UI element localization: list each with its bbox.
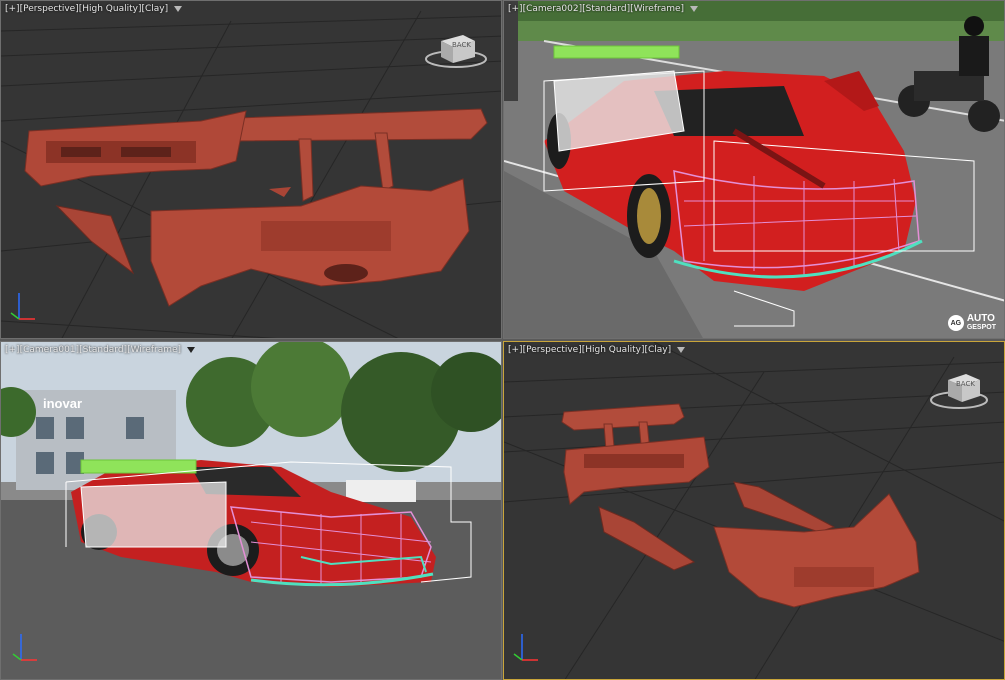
viewport-quality-menu[interactable]: [Standard] bbox=[79, 345, 127, 355]
truck-photo bbox=[346, 480, 416, 502]
viewport-view-menu[interactable]: [Camera001] bbox=[20, 345, 80, 355]
viewport-shading-menu[interactable]: [Clay] bbox=[644, 345, 671, 355]
viewport-menu-button[interactable]: [+] bbox=[5, 345, 20, 355]
viewport-view-menu[interactable]: [Perspective] bbox=[523, 345, 582, 355]
canard-part bbox=[733, 481, 836, 533]
viewcube-label[interactable]: BACK bbox=[956, 380, 975, 388]
viewcube-label[interactable]: BACK bbox=[452, 41, 471, 49]
viewport-quality-menu[interactable]: [Standard] bbox=[582, 4, 630, 14]
filter-icon[interactable] bbox=[677, 347, 686, 353]
axis-gizmo bbox=[10, 293, 35, 320]
viewport-label-bottom-right[interactable]: [+] [Perspective] [High Quality] [Clay] bbox=[508, 345, 686, 355]
viewport-scene-top-left bbox=[1, 10, 501, 338]
viewport-shading-menu[interactable]: [Wireframe] bbox=[127, 345, 181, 355]
filter-icon[interactable] bbox=[690, 6, 699, 12]
watermark-logo: AG AUTO GESPOT bbox=[947, 313, 996, 332]
viewport-view-menu[interactable]: [Perspective] bbox=[20, 4, 79, 14]
viewport-scene-top-right bbox=[504, 1, 1004, 338]
viewport-label-bottom-left[interactable]: [+] [Camera001] [Standard] [Wireframe] bbox=[5, 345, 196, 355]
viewport-scene-bottom-right bbox=[504, 342, 1004, 679]
viewport-bottom-right[interactable]: [+] [Perspective] [High Quality] [Clay] bbox=[503, 341, 1005, 680]
building-sign: inovar bbox=[43, 396, 83, 411]
viewport-label-top-left[interactable]: [+] [Perspective] [High Quality] [Clay] bbox=[5, 4, 183, 14]
viewport-quality-menu[interactable]: [High Quality] bbox=[79, 4, 142, 14]
filter-icon[interactable] bbox=[187, 347, 196, 353]
viewport-menu-button[interactable]: [+] bbox=[508, 345, 523, 355]
watermark-line2: GESPOT bbox=[966, 324, 996, 331]
viewport-top-left[interactable]: [+] [Perspective] [High Quality] [Clay] bbox=[0, 0, 502, 339]
viewport-quality-menu[interactable]: [High Quality] bbox=[582, 345, 645, 355]
viewport-menu-button[interactable]: [+] bbox=[5, 4, 20, 14]
watermark-icon: AG bbox=[947, 315, 964, 331]
canard-part bbox=[55, 205, 135, 275]
viewport-scene-bottom-left bbox=[1, 342, 501, 679]
viewport-shading-menu[interactable]: [Clay] bbox=[141, 4, 168, 14]
viewport-menu-button[interactable]: [+] bbox=[508, 4, 523, 14]
rear-bumper-part bbox=[24, 110, 247, 187]
canard-part bbox=[269, 187, 291, 197]
viewport-top-right[interactable]: [+] [Camera002] [Standard] [Wireframe] A… bbox=[503, 0, 1005, 339]
watermark-line1: AUTO bbox=[966, 313, 995, 324]
viewport-bottom-left[interactable]: inovar [+] [Camera001] [Standard] [Wiref… bbox=[0, 341, 502, 680]
viewport-view-menu[interactable]: [Camera002] bbox=[523, 4, 583, 14]
viewport-shading-menu[interactable]: [Wireframe] bbox=[630, 4, 684, 14]
canard-part bbox=[598, 506, 696, 571]
front-bumper-part bbox=[713, 493, 920, 608]
axis-gizmo bbox=[513, 634, 538, 661]
filter-icon[interactable] bbox=[174, 6, 183, 12]
viewport-label-top-right[interactable]: [+] [Camera002] [Standard] [Wireframe] bbox=[508, 4, 699, 14]
